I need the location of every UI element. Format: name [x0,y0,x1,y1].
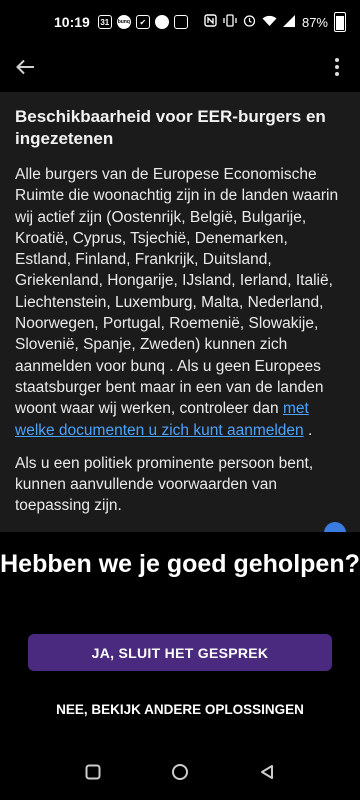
no-view-other-solutions-button[interactable]: NEE, BEKIJK ANDERE OPLOSSINGEN [28,694,332,724]
calendar-icon: 31 [97,15,112,29]
more-vert-icon-dot [335,58,339,62]
back-button[interactable] [14,53,42,81]
status-time: 10:19 [54,14,90,30]
system-nav-bar [0,744,360,800]
battery-icon [334,12,346,32]
home-icon [171,764,188,780]
home-button[interactable] [165,757,195,787]
paragraph-end: . [303,421,313,439]
article-content[interactable]: Beschikbaarheid voor EER-burgers en inge… [0,92,360,532]
paragraph-text: Alle burgers van de Europese Economische… [15,166,339,418]
system-icons: 87% [204,12,346,32]
yes-close-conversation-button[interactable]: JA, SLUIT HET GESPREK [28,634,332,671]
notification-icons: 31 bunq ✔ [97,15,188,29]
vibrate-icon [223,14,237,30]
more-vert-icon-dot [335,72,339,76]
chat-bubble-icon[interactable] [324,522,346,532]
recents-button[interactable] [78,757,108,787]
check-icon: ✔ [135,15,150,29]
article-paragraph: Alle burgers van de Europese Economische… [15,164,346,441]
back-triangle-icon [260,765,273,779]
alarm-icon [243,14,256,30]
bus-icon [173,15,188,29]
more-options-button[interactable] [328,53,346,81]
feedback-panel: Hebben we je goed geholpen? JA, SLUIT HE… [0,532,360,744]
bunq-icon: bunq [116,15,131,29]
battery-text: 87% [301,14,328,30]
article-paragraph-pep: Als u een politiek prominente persoon be… [15,454,314,515]
more-vert-icon-dot [335,65,339,69]
arrow-left-icon [16,59,34,75]
back-nav-button[interactable] [252,757,282,787]
wifi-icon [262,15,277,30]
recents-icon [85,764,101,780]
status-bar: 10:19 31 bunq ✔ 87% [0,0,360,44]
toolbar [0,44,360,90]
feedback-title: Hebben we je goed geholpen? [0,550,360,578]
article-title: Beschikbaarheid voor EER-burgers en inge… [15,107,326,148]
signal-icon [282,14,296,30]
nfc-icon [204,14,217,30]
robot-icon [154,15,169,29]
